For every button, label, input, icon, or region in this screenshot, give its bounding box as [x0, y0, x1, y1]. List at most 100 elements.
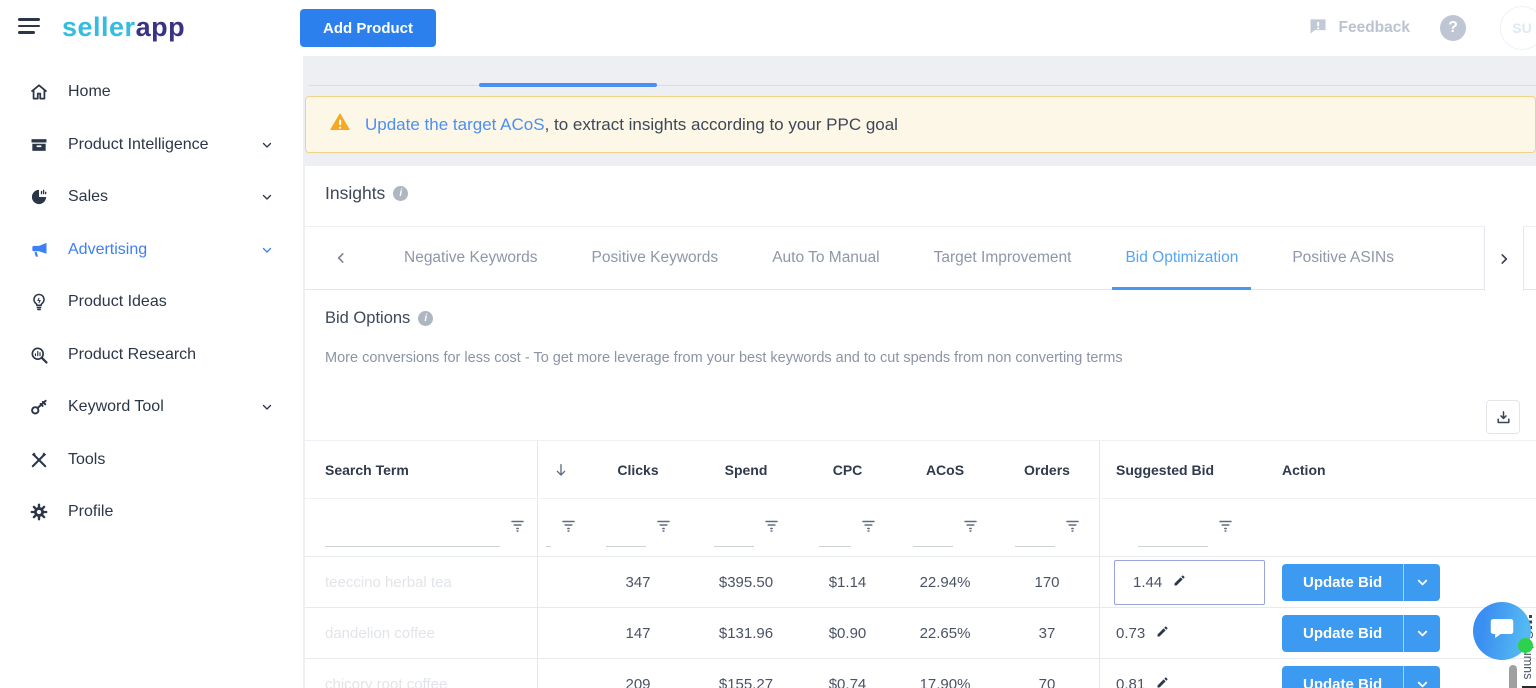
update-bid-button[interactable]: Update Bid: [1282, 563, 1404, 601]
sidebar-item-label: Profile: [68, 503, 114, 521]
sidebar-item-product-intelligence[interactable]: Product Intelligence: [0, 119, 303, 172]
avatar[interactable]: SU: [1500, 6, 1536, 50]
tab-positive-keywords[interactable]: Positive Keywords: [565, 227, 746, 289]
info-icon[interactable]: i: [418, 311, 434, 326]
insights-header: Insights i: [325, 183, 409, 204]
sidebar-item-product-ideas[interactable]: Product Ideas: [0, 276, 303, 329]
tab-target-improvement[interactable]: Target Improvement: [907, 227, 1099, 289]
tab-negative-keywords[interactable]: Negative Keywords: [377, 227, 565, 289]
update-bid-button[interactable]: Update Bid: [1282, 665, 1404, 688]
filter-input[interactable]: [605, 546, 646, 547]
col-header-cpc[interactable]: CPC: [800, 441, 895, 498]
filter-input[interactable]: [1014, 546, 1055, 547]
update-bid-split-button[interactable]: Update Bid: [1282, 665, 1441, 688]
chat-widget-button[interactable]: [1473, 602, 1533, 660]
tab-positive-asins[interactable]: Positive ASINs: [1265, 227, 1421, 289]
suggested-bid-cell: 0.81: [1100, 659, 1270, 688]
sellerapp-logo[interactable]: sellerapp: [62, 12, 185, 43]
tab-auto-to-manual[interactable]: Auto To Manual: [745, 227, 906, 289]
spend-value: $131.96: [718, 624, 774, 642]
sidebar-item-label: Keyword Tool: [68, 398, 164, 416]
update-bid-dropdown-icon[interactable]: [1403, 614, 1441, 652]
edit-pencil-icon[interactable]: [1172, 573, 1187, 592]
bid-options-title: Bid Options: [325, 309, 411, 327]
col-header-acos[interactable]: ACoS: [895, 441, 995, 498]
sidebar-item-sales[interactable]: Sales: [0, 171, 303, 224]
update-bid-split-button[interactable]: Update Bid: [1282, 563, 1441, 601]
spend-value: $155.27: [718, 675, 774, 688]
sidebar-item-home[interactable]: Home: [0, 66, 303, 119]
suggested-bid-value: 0.81: [1116, 675, 1146, 688]
bid-options-description: More conversions for less cost - To get …: [325, 350, 1123, 366]
edit-pencil-icon[interactable]: [1155, 624, 1170, 643]
filter-cell-search-term: [305, 499, 538, 556]
update-bid-button[interactable]: Update Bid: [1282, 614, 1404, 652]
filter-input[interactable]: [713, 546, 754, 547]
col-header-orders[interactable]: Orders: [995, 441, 1100, 498]
update-bid-dropdown-icon[interactable]: [1403, 665, 1441, 688]
clicks-value: 209: [625, 675, 651, 688]
sidebar-item-tools[interactable]: Tools: [0, 434, 303, 487]
chevron-down-icon: [261, 191, 273, 203]
tabs-scroll-right-icon[interactable]: [1484, 226, 1524, 291]
sidebar-item-label: Product Intelligence: [68, 135, 209, 153]
filter-input[interactable]: [1137, 546, 1208, 547]
clicks-value: 147: [625, 624, 651, 642]
tabs-scroll-left-icon[interactable]: [305, 227, 377, 289]
export-download-button[interactable]: [1486, 400, 1520, 434]
update-bid-dropdown-icon[interactable]: [1403, 563, 1441, 601]
col-header-spend[interactable]: Spend: [692, 441, 800, 498]
sidebar-item-label: Sales: [68, 188, 109, 206]
sidebar-item-label: Advertising: [68, 240, 148, 258]
main-content: Update the target ACoS, to extract insig…: [303, 56, 1536, 688]
suggested-bid-value: 1.44: [1133, 573, 1163, 591]
filter-icon[interactable]: [561, 518, 576, 538]
chevron-down-icon: [261, 401, 273, 413]
col-header-clicks[interactable]: Clicks: [584, 441, 692, 498]
warning-banner: Update the target ACoS, to extract insig…: [305, 96, 1536, 153]
suggested-bid-value: 0.73: [1116, 624, 1146, 642]
col-header-suggested-bid[interactable]: Suggested Bid: [1100, 441, 1270, 498]
filter-icon[interactable]: [861, 518, 876, 538]
update-bid-split-button[interactable]: Update Bid: [1282, 614, 1441, 652]
sidebar-item-advertising[interactable]: Advertising: [0, 224, 303, 277]
filter-icon[interactable]: [764, 518, 779, 538]
menu-icon[interactable]: [18, 18, 40, 38]
chat-bubble-icon: [1487, 614, 1517, 649]
filter-input[interactable]: [819, 546, 851, 547]
sidebar-item-profile[interactable]: Profile: [0, 486, 303, 539]
update-target-acos-link[interactable]: Update the target ACoS: [365, 115, 545, 134]
filter-cell-acos: [895, 499, 995, 556]
vertical-scrollbar[interactable]: [1509, 665, 1517, 688]
filter-input[interactable]: [546, 546, 551, 547]
acos-value: 22.94%: [919, 573, 971, 591]
sidebar-item-keyword-tool[interactable]: Keyword Tool: [0, 381, 303, 434]
filter-icon[interactable]: [656, 518, 671, 538]
col-header-action: Action: [1282, 461, 1326, 478]
tab-bid-optimization[interactable]: Bid Optimization: [1098, 227, 1265, 290]
insights-title: Insights: [325, 183, 386, 203]
filter-input[interactable]: [912, 546, 953, 547]
filter-icon[interactable]: [510, 518, 525, 538]
edit-pencil-icon[interactable]: [1155, 675, 1170, 688]
filter-icon[interactable]: [963, 518, 978, 538]
sellerapp-dashboard: sellerapp Add Product Feedback ? SU Home…: [0, 0, 1536, 688]
feedback-button[interactable]: Feedback: [1308, 0, 1410, 56]
top-tab-active-indicator: [479, 83, 657, 87]
sort-descending-icon[interactable]: [538, 441, 584, 498]
sidebar-item-label: Home: [68, 83, 111, 101]
sidebar-item-product-research[interactable]: Product Research: [0, 329, 303, 382]
filter-icon[interactable]: [1065, 518, 1080, 538]
table-header-row: Search Term Clicks Spend CPC ACoS Orders…: [305, 441, 1536, 498]
filter-cell-suggested-bid: [1100, 499, 1270, 556]
lightbulb-icon: [28, 291, 50, 313]
help-icon[interactable]: ?: [1440, 15, 1466, 41]
gear-icon: [28, 501, 50, 523]
filter-input[interactable]: [325, 546, 500, 547]
filter-icon[interactable]: [1218, 518, 1233, 538]
add-product-button[interactable]: Add Product: [300, 9, 436, 47]
col-header-search-term[interactable]: Search Term: [305, 441, 538, 498]
suggested-bid-selected-box[interactable]: 1.44: [1114, 559, 1265, 605]
info-icon[interactable]: i: [393, 186, 409, 201]
suggested-bid-cell: 0.73: [1100, 608, 1270, 658]
